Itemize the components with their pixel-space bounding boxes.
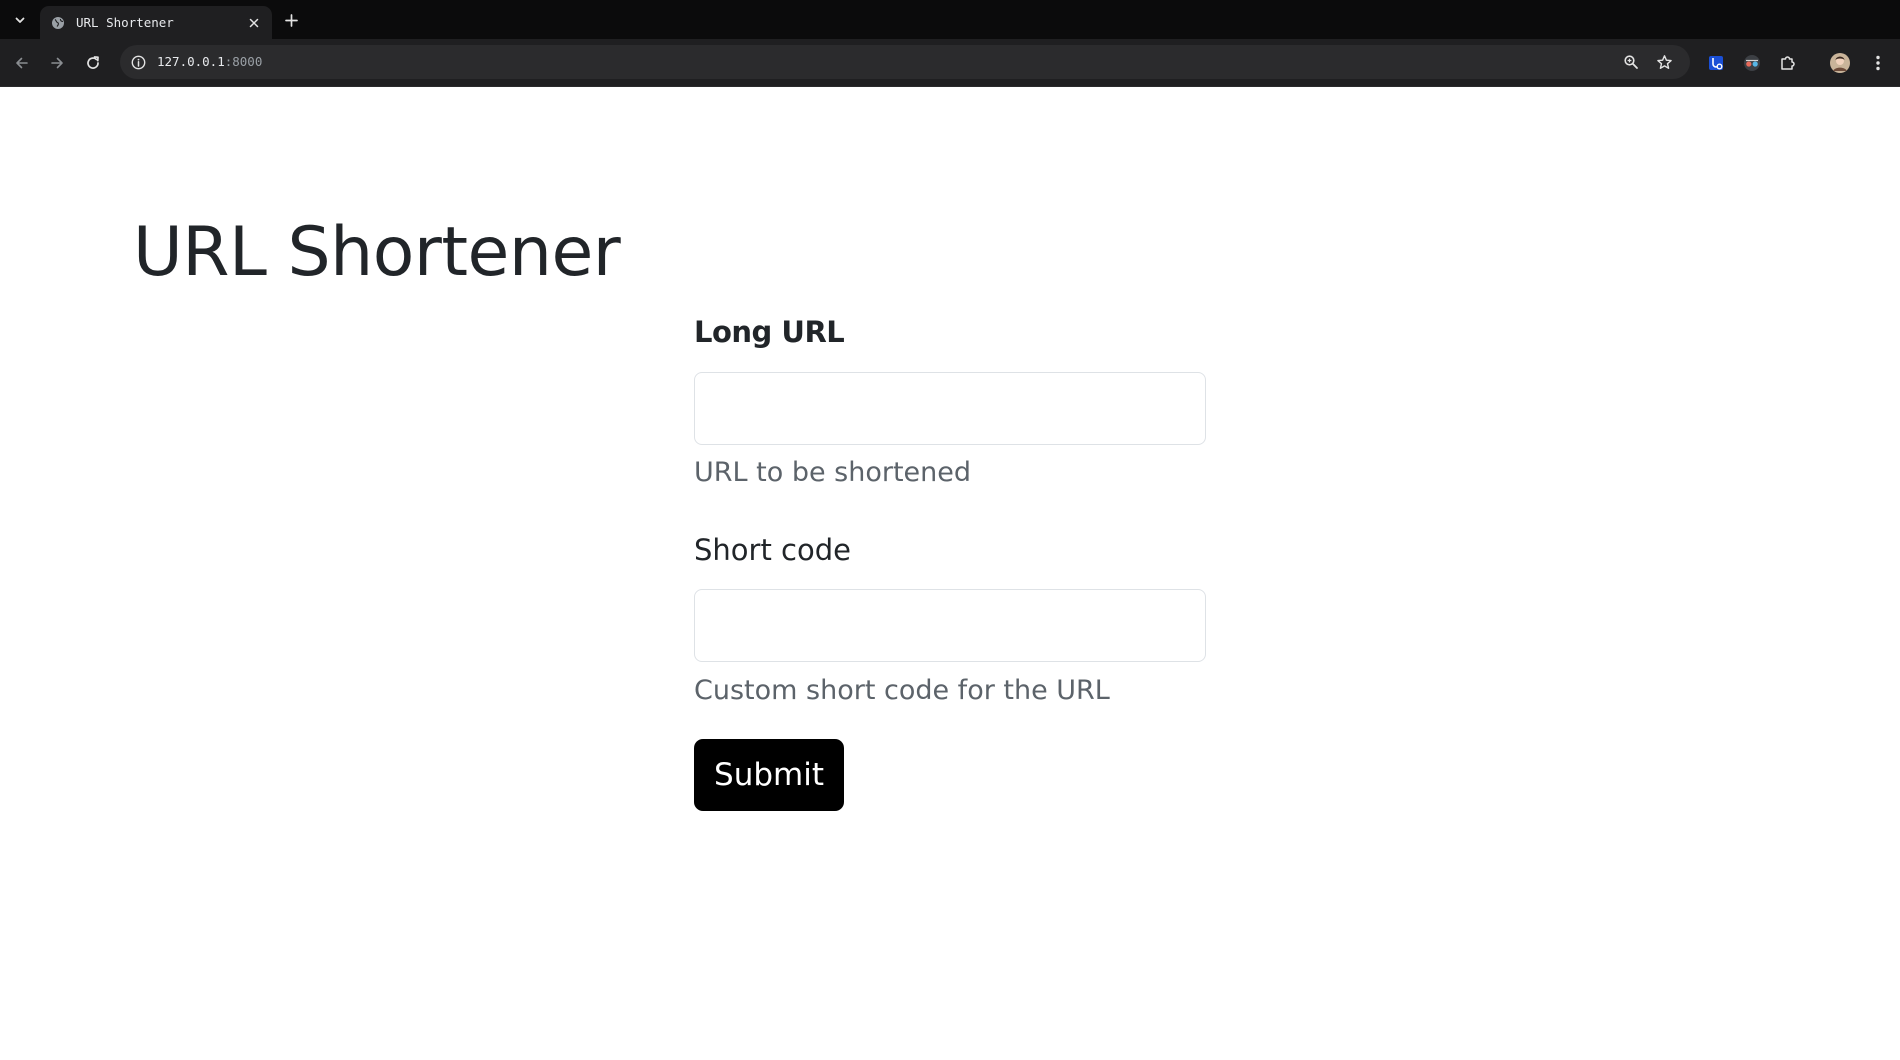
address-bar[interactable]: 127.0.0.1:8000 [120,45,1690,79]
long-url-help-text: URL to be shortened [694,457,972,488]
address-host: 127.0.0.1 [157,54,225,69]
long-url-input[interactable] [694,372,1206,445]
puzzle-icon[interactable] [1776,51,1800,75]
kebab-menu-icon[interactable] [1866,51,1890,75]
long-url-label: Long URL [694,315,845,349]
globe-icon [50,15,66,31]
tab-title: URL Shortener [76,15,174,30]
submit-button[interactable]: Submit [694,739,844,811]
avatar[interactable] [1828,51,1852,75]
plus-icon[interactable] [279,8,303,32]
reload-icon[interactable] [79,49,107,77]
short-code-help-text: Custom short code for the URL [694,675,1110,706]
short-code-label: Short code [694,533,851,567]
zoom-icon[interactable] [1622,53,1640,71]
info-icon[interactable] [130,54,146,70]
browser-toolbar: 127.0.0.1:8000 [0,39,1900,87]
browser-tab[interactable]: URL Shortener [40,6,272,39]
page-title: URL Shortener [133,213,621,292]
shorten-form: Long URL URL to be shortened Short code … [694,312,1206,811]
eyes-extension-icon[interactable] [1740,51,1764,75]
address-url: 127.0.0.1:8000 [157,45,262,79]
arrow-right-icon[interactable] [43,49,71,77]
address-port: :8000 [224,54,263,69]
chevron-down-icon[interactable] [8,8,32,32]
page-content: URL Shortener Long URL URL to be shorten… [0,87,1900,1060]
star-icon[interactable] [1655,53,1673,71]
short-code-input[interactable] [694,589,1206,662]
arrow-left-icon[interactable] [8,49,36,77]
close-icon[interactable] [246,15,262,31]
shield-extension-icon[interactable] [1704,51,1728,75]
browser-tabstrip: URL Shortener [0,0,1900,39]
